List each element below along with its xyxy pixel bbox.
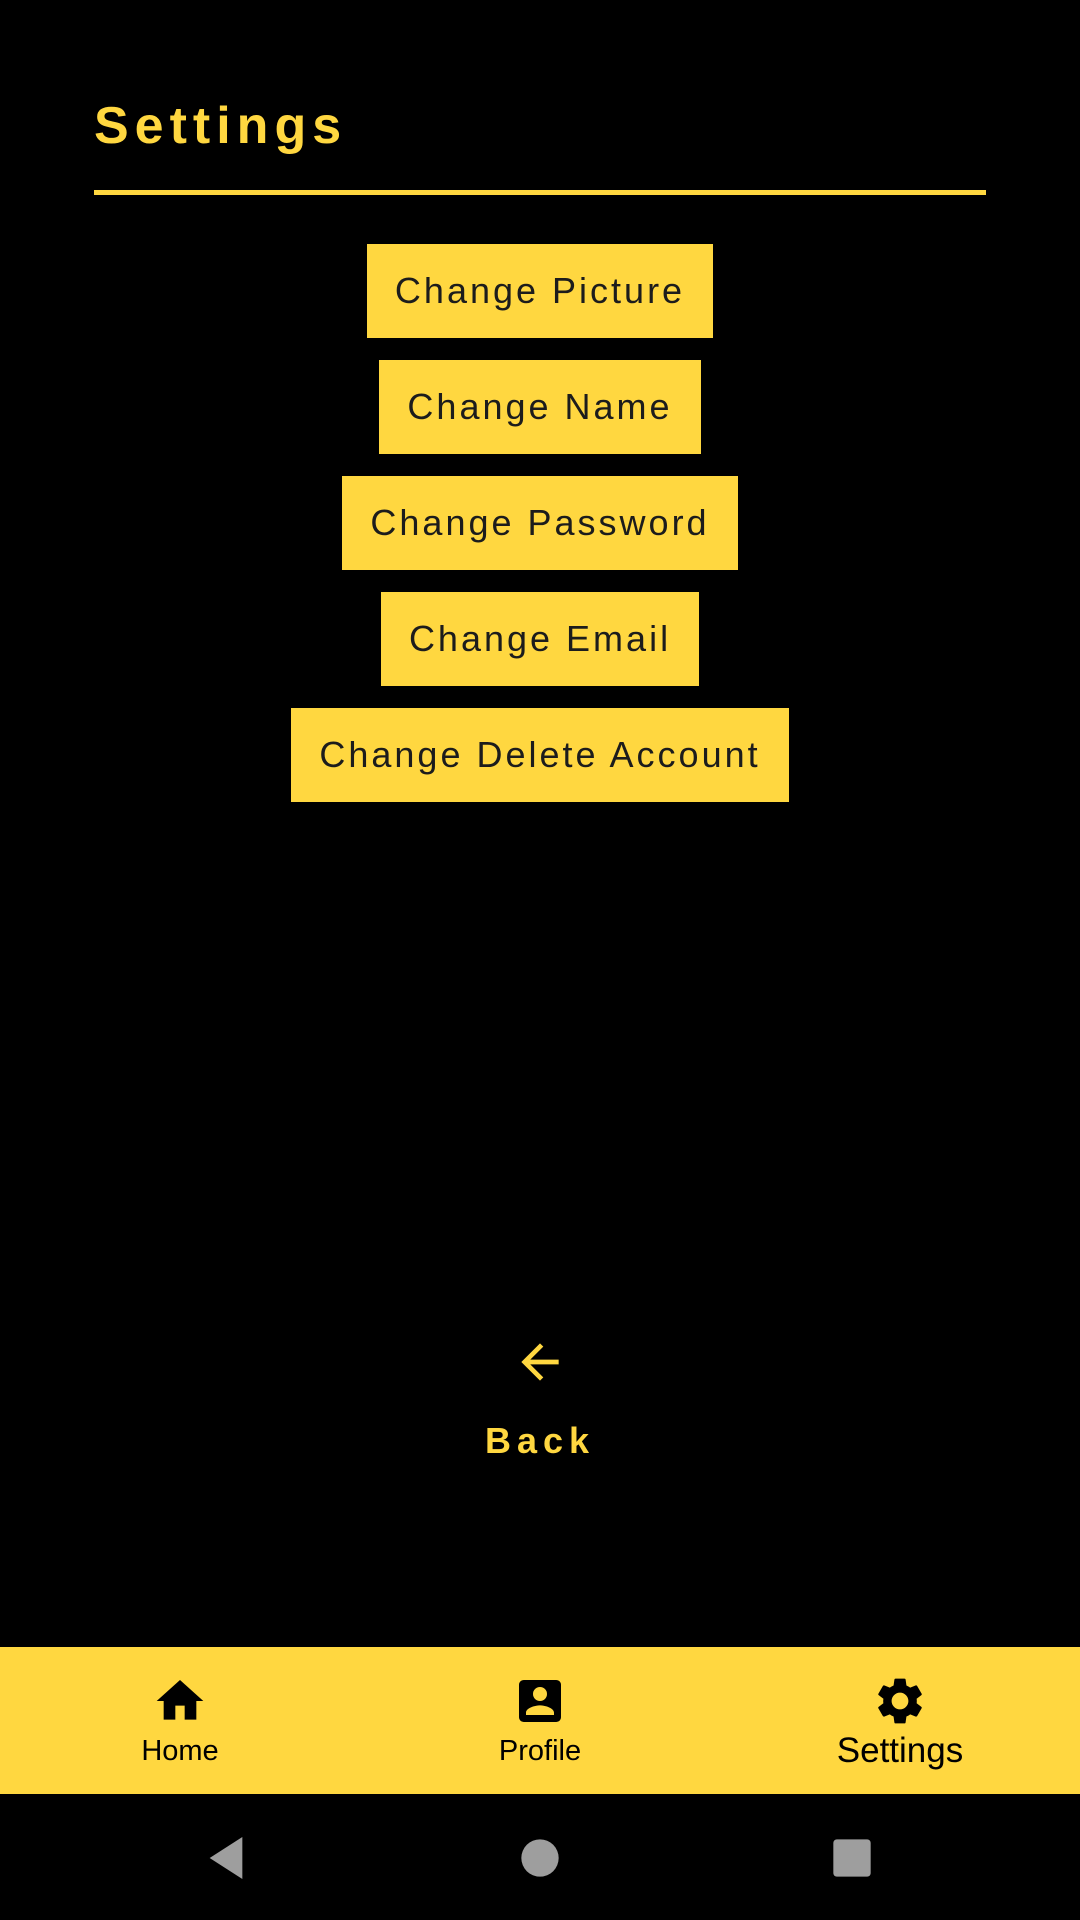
- bottom-navigation: Home Profile Settings: [0, 1647, 1080, 1794]
- nav-item-settings[interactable]: Settings: [720, 1647, 1080, 1794]
- settings-screen: Settings Change Picture Change Name Chan…: [0, 0, 1080, 1920]
- settings-actions: Change Picture Change Name Change Passwo…: [0, 244, 1080, 824]
- change-password-button[interactable]: Change Password: [342, 476, 738, 570]
- profile-icon: [519, 1680, 561, 1722]
- change-email-button[interactable]: Change Email: [380, 592, 700, 686]
- system-navigation-bar: [0, 1794, 1080, 1920]
- header: Settings: [94, 96, 986, 195]
- delete-account-button[interactable]: Change Delete Account: [291, 708, 789, 802]
- nav-label-settings: Settings: [836, 1731, 964, 1770]
- nav-label-profile: Profile: [498, 1735, 582, 1767]
- change-name-button[interactable]: Change Name: [379, 360, 701, 454]
- home-circle-icon[interactable]: [512, 1830, 568, 1886]
- home-icon: [156, 1680, 204, 1720]
- back-label: Back: [484, 1420, 596, 1461]
- recents-square-icon[interactable]: [824, 1830, 880, 1886]
- nav-item-profile[interactable]: Profile: [360, 1647, 720, 1794]
- nav-item-home[interactable]: Home: [0, 1647, 360, 1794]
- arrow-back-icon: [521, 1343, 559, 1381]
- back-button[interactable]: Back: [440, 1330, 640, 1480]
- page-title: Settings: [94, 97, 348, 155]
- nav-label-home: Home: [141, 1735, 219, 1767]
- gear-icon: [878, 1678, 922, 1724]
- change-picture-button[interactable]: Change Picture: [366, 244, 714, 338]
- back-triangle-icon[interactable]: [198, 1830, 254, 1886]
- header-divider: [94, 190, 986, 195]
